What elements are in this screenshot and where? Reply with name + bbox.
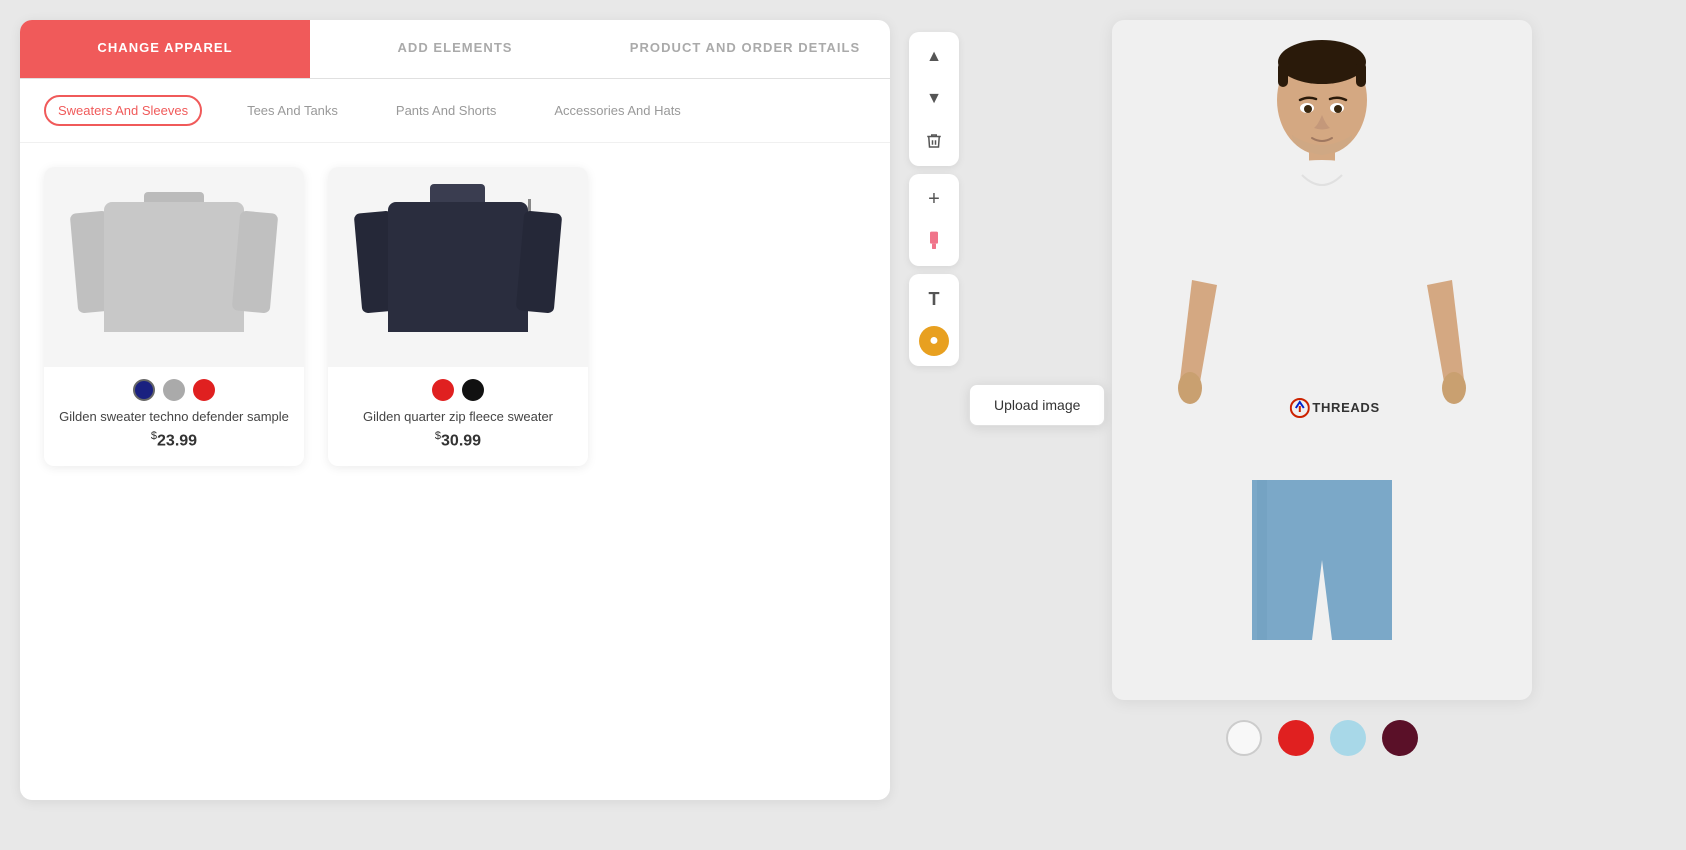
delete-button[interactable] xyxy=(915,122,953,160)
sweater-gray-img xyxy=(74,172,274,362)
toolbar: ▲ ▼ + Upload image xyxy=(906,20,962,378)
app-container: CHANGE APPAREL ADD ELEMENTS PRODUCT AND … xyxy=(0,0,1686,850)
category-accessories[interactable]: Accessories And Hats xyxy=(541,96,693,125)
down-button[interactable]: ▼ xyxy=(915,80,953,118)
picker-dark-red[interactable] xyxy=(1382,720,1418,756)
color-swatches-1 xyxy=(133,379,215,401)
product-name-2: Gilden quarter zip fleece sweater xyxy=(351,409,565,424)
color-picker-row xyxy=(1226,720,1418,756)
swatch-red-2[interactable] xyxy=(432,379,454,401)
category-pants[interactable]: Pants And Shorts xyxy=(383,96,509,125)
color-swatches-2 xyxy=(432,379,484,401)
tab-bar: CHANGE APPAREL ADD ELEMENTS PRODUCT AND … xyxy=(20,20,890,79)
preview-card: THREADS xyxy=(1112,20,1532,700)
sleeve-right-1 xyxy=(232,211,279,314)
body-1 xyxy=(104,202,244,332)
text-tool-group: T ● xyxy=(909,274,959,366)
product-price-1: $23.99 xyxy=(151,430,197,450)
color-button[interactable]: ● xyxy=(919,326,949,356)
text-button[interactable]: T xyxy=(915,280,953,318)
image-upload-button[interactable] xyxy=(915,222,953,260)
tab-product-order[interactable]: PRODUCT AND ORDER DETAILS xyxy=(600,20,890,78)
add-element-button[interactable]: + xyxy=(915,180,953,218)
picker-red[interactable] xyxy=(1278,720,1314,756)
upload-tooltip[interactable]: Upload image xyxy=(969,384,1105,426)
upload-tool-group: + Upload image xyxy=(909,174,959,266)
product-grid: Gilden sweater techno defender sample $2… xyxy=(20,143,890,490)
picker-white[interactable] xyxy=(1226,720,1262,756)
swatch-blue-1[interactable] xyxy=(133,379,155,401)
tab-add-elements[interactable]: ADD ELEMENTS xyxy=(310,20,600,78)
swatch-red-1[interactable] xyxy=(193,379,215,401)
tab-change-apparel[interactable]: CHANGE APPAREL xyxy=(20,20,310,78)
product-card-2[interactable]: Gilden quarter zip fleece sweater $30.99 xyxy=(328,167,588,466)
swatch-black-2[interactable] xyxy=(462,379,484,401)
category-tees[interactable]: Tees And Tanks xyxy=(234,96,351,125)
product-image-2 xyxy=(328,167,588,367)
product-price-2: $30.99 xyxy=(435,430,481,450)
category-bar: Sweaters And Sleeves Tees And Tanks Pant… xyxy=(20,79,890,143)
category-sweaters[interactable]: Sweaters And Sleeves xyxy=(44,95,202,126)
body-2 xyxy=(388,202,528,332)
model-svg xyxy=(1112,20,1532,700)
picker-light-blue[interactable] xyxy=(1330,720,1366,756)
product-card-1[interactable]: Gilden sweater techno defender sample $2… xyxy=(44,167,304,466)
swatch-gray-1[interactable] xyxy=(163,379,185,401)
sleeve-right-2 xyxy=(516,211,563,314)
sweater-dark-img xyxy=(358,172,558,362)
nav-tool-group: ▲ ▼ xyxy=(909,32,959,166)
product-image-1 xyxy=(44,167,304,367)
product-name-1: Gilden sweater techno defender sample xyxy=(47,409,301,424)
left-panel: CHANGE APPAREL ADD ELEMENTS PRODUCT AND … xyxy=(20,20,890,800)
up-button[interactable]: ▲ xyxy=(915,38,953,76)
